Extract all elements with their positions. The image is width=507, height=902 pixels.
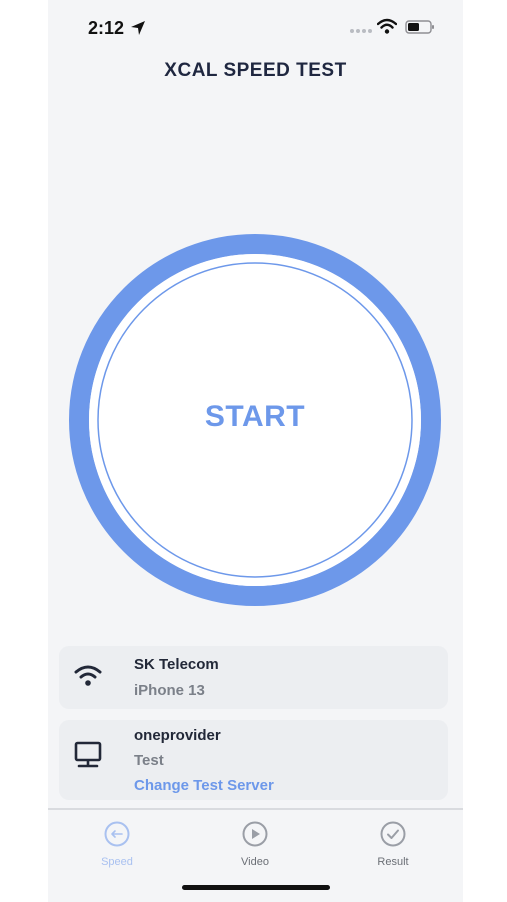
- tab-speed-label: Speed: [101, 856, 133, 868]
- tab-video-label: Video: [241, 856, 269, 868]
- home-indicator: [182, 885, 330, 890]
- cellular-signal-icon: [350, 29, 372, 33]
- network-provider: SK Telecom: [134, 656, 219, 673]
- start-label: START: [204, 400, 306, 433]
- tab-speed[interactable]: Speed: [72, 820, 162, 868]
- change-test-server-link[interactable]: Change Test Server: [134, 777, 274, 794]
- play-icon: [242, 821, 268, 847]
- server-card: oneprovider Test Change Test Server: [59, 720, 448, 800]
- wifi-icon: [74, 665, 102, 686]
- tab-result[interactable]: Result: [348, 820, 438, 868]
- server-name: oneprovider: [134, 727, 221, 744]
- status-bar: 2:12: [48, 0, 463, 55]
- wifi-status-icon: [377, 18, 397, 34]
- server-location: Test: [134, 752, 164, 769]
- app-screen: 2:12 XCAL SPEED TEST START SK Telecom iP…: [48, 0, 463, 902]
- tab-video[interactable]: Video: [210, 820, 300, 868]
- check-icon: [380, 821, 406, 847]
- status-time: 2:12: [88, 18, 125, 38]
- desktop-computer-icon: [74, 741, 102, 768]
- location-arrow-icon: [131, 21, 145, 35]
- network-card: SK Telecom iPhone 13: [59, 646, 448, 709]
- tab-result-label: Result: [377, 856, 409, 868]
- start-button[interactable]: START: [65, 230, 445, 610]
- app-title: XCAL SPEED TEST: [164, 60, 347, 81]
- device-name: iPhone 13: [134, 682, 205, 699]
- battery-icon: [405, 20, 434, 34]
- speed-icon: [104, 821, 130, 847]
